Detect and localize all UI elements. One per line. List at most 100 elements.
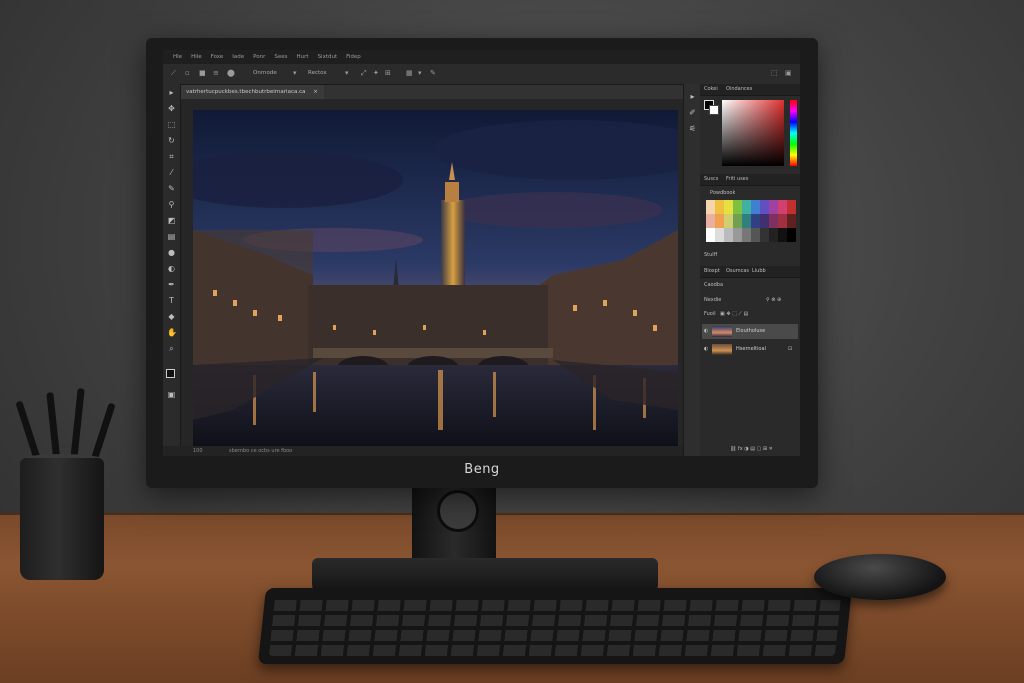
crop-icon[interactable]: ⌗: [167, 152, 176, 161]
shape-icon[interactable]: ◆: [167, 312, 176, 321]
city-night-photo: [193, 110, 678, 453]
layer-name: Hserneltioal: [736, 346, 766, 352]
layer-row[interactable]: ◐ Eloutholuse: [702, 324, 798, 339]
lock-row-icons[interactable]: ▣ ✥ ⬚ ⟋ ▤: [720, 311, 748, 317]
layer-row[interactable]: ◐ Hserneltioal ⊡: [702, 342, 798, 357]
lock-icon: ⊡: [788, 346, 793, 352]
pen-icon[interactable]: ✒: [167, 280, 176, 289]
brush-settings-icon[interactable]: ✐: [688, 108, 697, 117]
blend-mode-select[interactable]: Onrnode: [253, 70, 277, 76]
background-color-swatch[interactable]: [709, 105, 719, 115]
eye-icon[interactable]: ◐: [704, 346, 708, 352]
brush-icon[interactable]: ✎: [167, 184, 176, 193]
panel-icon-strip: ▸ ✐ ⚟: [683, 84, 700, 456]
layer-thumbnail: [712, 326, 732, 337]
zoom-icon[interactable]: ⌕: [167, 344, 176, 353]
menu-item[interactable]: Fidep: [346, 54, 361, 60]
tab-paths[interactable]: Liubb: [752, 268, 766, 274]
menu-item[interactable]: Sixtdut: [318, 54, 338, 60]
chevron-down-icon[interactable]: ▾: [293, 70, 297, 77]
menu-item[interactable]: Ponr: [253, 54, 265, 60]
swatch-grid[interactable]: [706, 200, 796, 242]
tab-fill-uses[interactable]: Friti uses: [726, 176, 748, 182]
options-bar: ⟋ ▫ ■ ≡ ⬤ Onrnode ▾ Rectox ▾ ⤢ ✦ ⊞ ▦ ▾ ✎…: [163, 64, 800, 85]
tab-channels[interactable]: Osumcas: [726, 268, 749, 274]
brush-size-icon[interactable]: ▫: [185, 70, 190, 77]
dodge-icon[interactable]: ◐: [167, 264, 176, 273]
pressure-icon[interactable]: ⬤: [227, 70, 235, 77]
tab-layers[interactable]: Bloxpt: [704, 268, 720, 274]
move-icon[interactable]: ✥: [167, 104, 176, 113]
lock-icons[interactable]: ⚲ ⊗ ⊕: [766, 297, 781, 303]
arrow-icon[interactable]: ▸: [167, 88, 176, 97]
tools-panel: ▸ ✥ ⬚ ↻ ⌗ ⁄ ✎ ⚲ ◩ ▤ ● ◐ ✒ T ◆ ✋ ⌕ ▣: [163, 84, 181, 456]
clone-icon[interactable]: ⚲: [167, 200, 176, 209]
chevron-down-icon[interactable]: ▾: [345, 70, 349, 77]
hand-icon[interactable]: ✋: [167, 328, 177, 337]
type-icon[interactable]: T: [167, 296, 176, 305]
gradient-icon[interactable]: ▤: [167, 232, 176, 241]
eye-icon[interactable]: ◐: [704, 328, 708, 334]
sample-select[interactable]: Rectox: [308, 70, 327, 76]
menu-item[interactable]: Sees: [274, 54, 287, 60]
airbrush-icon[interactable]: ✦: [373, 70, 379, 77]
menu-item[interactable]: Hle: [173, 54, 182, 60]
screen: Hle Hile Foxe Iade Ponr Sees Hurt Sixtdu…: [163, 50, 800, 456]
marquee-icon[interactable]: ⬚: [167, 120, 176, 129]
pen-cup: [20, 458, 104, 580]
cable-hole: [437, 490, 479, 532]
layer-thumbnail: [712, 344, 732, 355]
tool-preset-icon[interactable]: ⟋: [171, 70, 176, 77]
tab-color[interactable]: Cokei: [704, 86, 718, 92]
blend-mode-dropdown[interactable]: Caodba: [704, 282, 723, 288]
layer-name: Eloutholuse: [736, 328, 766, 334]
settings-icon[interactable]: ≡: [213, 70, 219, 77]
hue-slider[interactable]: [790, 100, 797, 166]
menu-item[interactable]: Foxe: [211, 54, 224, 60]
tab-gradients[interactable]: Oindances: [726, 86, 752, 92]
document-tabbar: vatrhertucpuckbes.tbechbutrbeirnariaca.c…: [180, 85, 700, 99]
tab-swatches[interactable]: Suscs: [704, 176, 718, 182]
color-panel-tabs: Cokei Oindances: [700, 84, 800, 96]
fill-label: Fuoil: [704, 311, 716, 317]
eraser-icon[interactable]: ◩: [167, 216, 176, 225]
layer-actions[interactable]: ⛓ fx ◑ ▤ ▢ ⊞ ✕: [730, 446, 773, 452]
menu-bar: Hle Hile Foxe Iade Ponr Sees Hurt Sixtdu…: [163, 50, 800, 64]
menu-item[interactable]: Iade: [232, 54, 244, 60]
blur-icon[interactable]: ●: [167, 248, 176, 257]
monitor-brand-logo: Beng: [464, 462, 500, 477]
opacity-label: Nexdie: [704, 297, 722, 303]
canvas-image[interactable]: [193, 110, 678, 453]
pen: [70, 388, 85, 463]
zoom-level[interactable]: 100: [193, 448, 203, 454]
eyedropper-icon[interactable]: ⁄: [167, 168, 176, 177]
close-icon[interactable]: ×: [313, 89, 318, 95]
chevron-down-icon[interactable]: ▾: [418, 70, 422, 77]
mouse: [814, 554, 946, 600]
color-swatch-icon[interactable]: [166, 369, 175, 378]
layers-panel-tabs: Bloxpt Osumcas Liubb: [700, 266, 800, 278]
menu-item[interactable]: Hurt: [297, 54, 309, 60]
swatches-panel-tabs: Suscs Friti uses: [700, 174, 800, 186]
lasso-icon[interactable]: ↻: [167, 136, 176, 145]
monitor: Hle Hile Foxe Iade Ponr Sees Hurt Sixtdu…: [146, 38, 818, 488]
adjustments-icon[interactable]: ⚟: [688, 124, 697, 133]
pen-icon[interactable]: ✎: [430, 70, 436, 77]
menu-item[interactable]: Hile: [191, 54, 202, 60]
symmetry-icon[interactable]: ⊞: [385, 70, 391, 77]
keyboard: [258, 588, 852, 664]
color-picker-field[interactable]: [722, 100, 784, 166]
quick-mask-icon[interactable]: ▣: [167, 390, 176, 399]
right-panel: Cokei Oindances Suscs Friti uses Powdboo…: [700, 84, 800, 456]
angle-icon[interactable]: ⤢: [361, 70, 367, 77]
share-icon[interactable]: ⬚: [771, 70, 778, 77]
history-icon[interactable]: ▸: [688, 92, 697, 101]
workspace-icon[interactable]: ▣: [785, 70, 792, 77]
mode-label: Stulff: [704, 252, 718, 258]
mode-icon[interactable]: ■: [199, 70, 206, 77]
grid-icon[interactable]: ▦: [406, 70, 413, 77]
document-tab[interactable]: vatrhertucpuckbes.tbechbutrbeirnariaca.c…: [180, 85, 324, 99]
swatch-group-label: Powdbook: [710, 190, 736, 196]
status-bar: 100 sbernbo ce ocbs ure fboo: [163, 446, 683, 456]
document-tab-label: vatrhertucpuckbes.tbechbutrbeirnariaca.c…: [186, 89, 306, 95]
